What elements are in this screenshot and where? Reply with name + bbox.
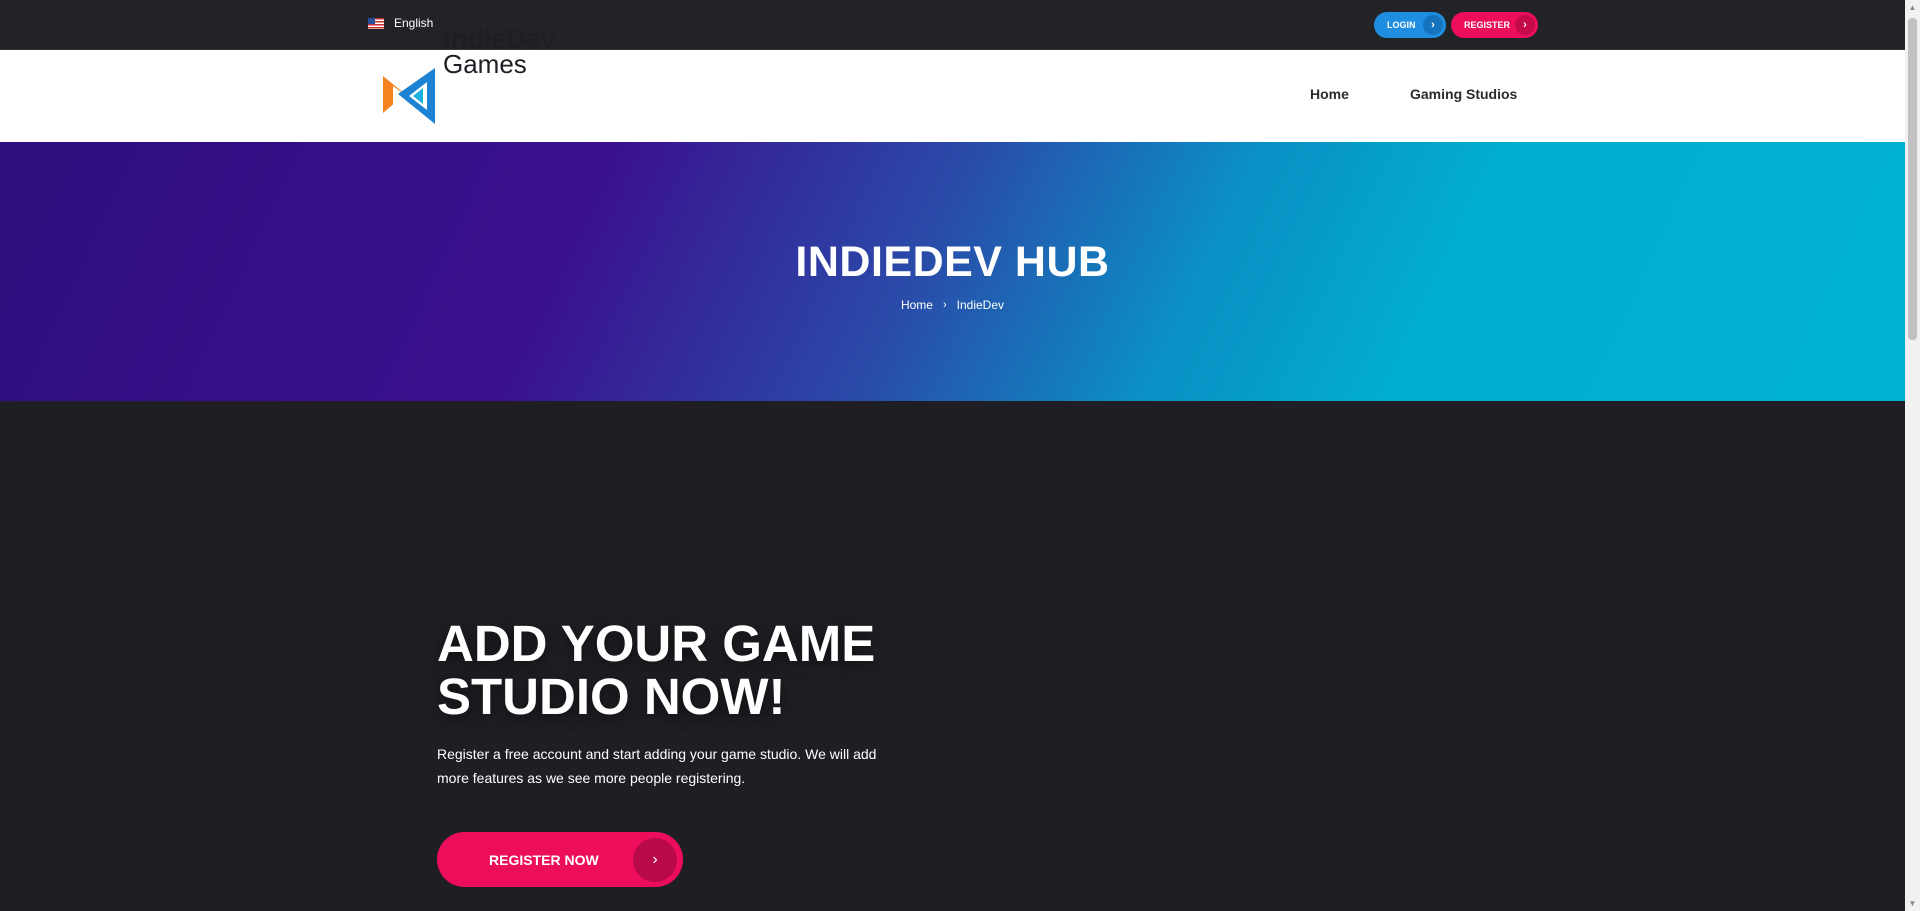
- login-label: LOGIN: [1387, 20, 1416, 30]
- chevron-right-icon: ›: [1423, 15, 1443, 35]
- register-button[interactable]: REGISTER ›: [1451, 12, 1538, 38]
- register-now-label: REGISTER NOW: [489, 851, 599, 868]
- login-button[interactable]: LOGIN ›: [1374, 12, 1446, 38]
- breadcrumb-home[interactable]: Home: [901, 298, 933, 312]
- nav-link-gaming-studios[interactable]: Gaming Studios: [1410, 86, 1517, 102]
- section-heading: ADD YOUR GAME STUDIO NOW!: [437, 615, 876, 725]
- chevron-right-icon: ›: [942, 299, 947, 311]
- vertical-scrollbar[interactable]: ▲ ▼: [1905, 0, 1920, 911]
- nav-link-home[interactable]: Home: [1310, 86, 1349, 102]
- page-title: INDIEDEV HUB: [795, 238, 1110, 286]
- top-bar: English LOGIN › REGISTER ›: [0, 0, 1905, 50]
- chevron-right-icon: ›: [1515, 15, 1535, 35]
- register-label: REGISTER: [1464, 20, 1511, 30]
- scroll-down-arrow-icon[interactable]: ▼: [1905, 896, 1920, 911]
- language-label: English: [394, 16, 434, 30]
- main-navbar: [0, 50, 1905, 142]
- logo-text-secondary: Games: [443, 49, 527, 79]
- section-description: Register a free account and start adding…: [437, 746, 877, 786]
- register-now-button[interactable]: REGISTER NOW ›: [437, 832, 683, 887]
- breadcrumb-current: IndieDev: [956, 298, 1005, 312]
- scroll-up-arrow-icon[interactable]: ▲: [1905, 0, 1920, 15]
- language-selector[interactable]: English: [368, 16, 433, 30]
- breadcrumb: Home › IndieDev: [0, 298, 1905, 312]
- scrollbar-thumb[interactable]: [1908, 18, 1917, 340]
- chevron-right-icon: ›: [633, 837, 677, 882]
- us-flag-icon: [368, 17, 384, 29]
